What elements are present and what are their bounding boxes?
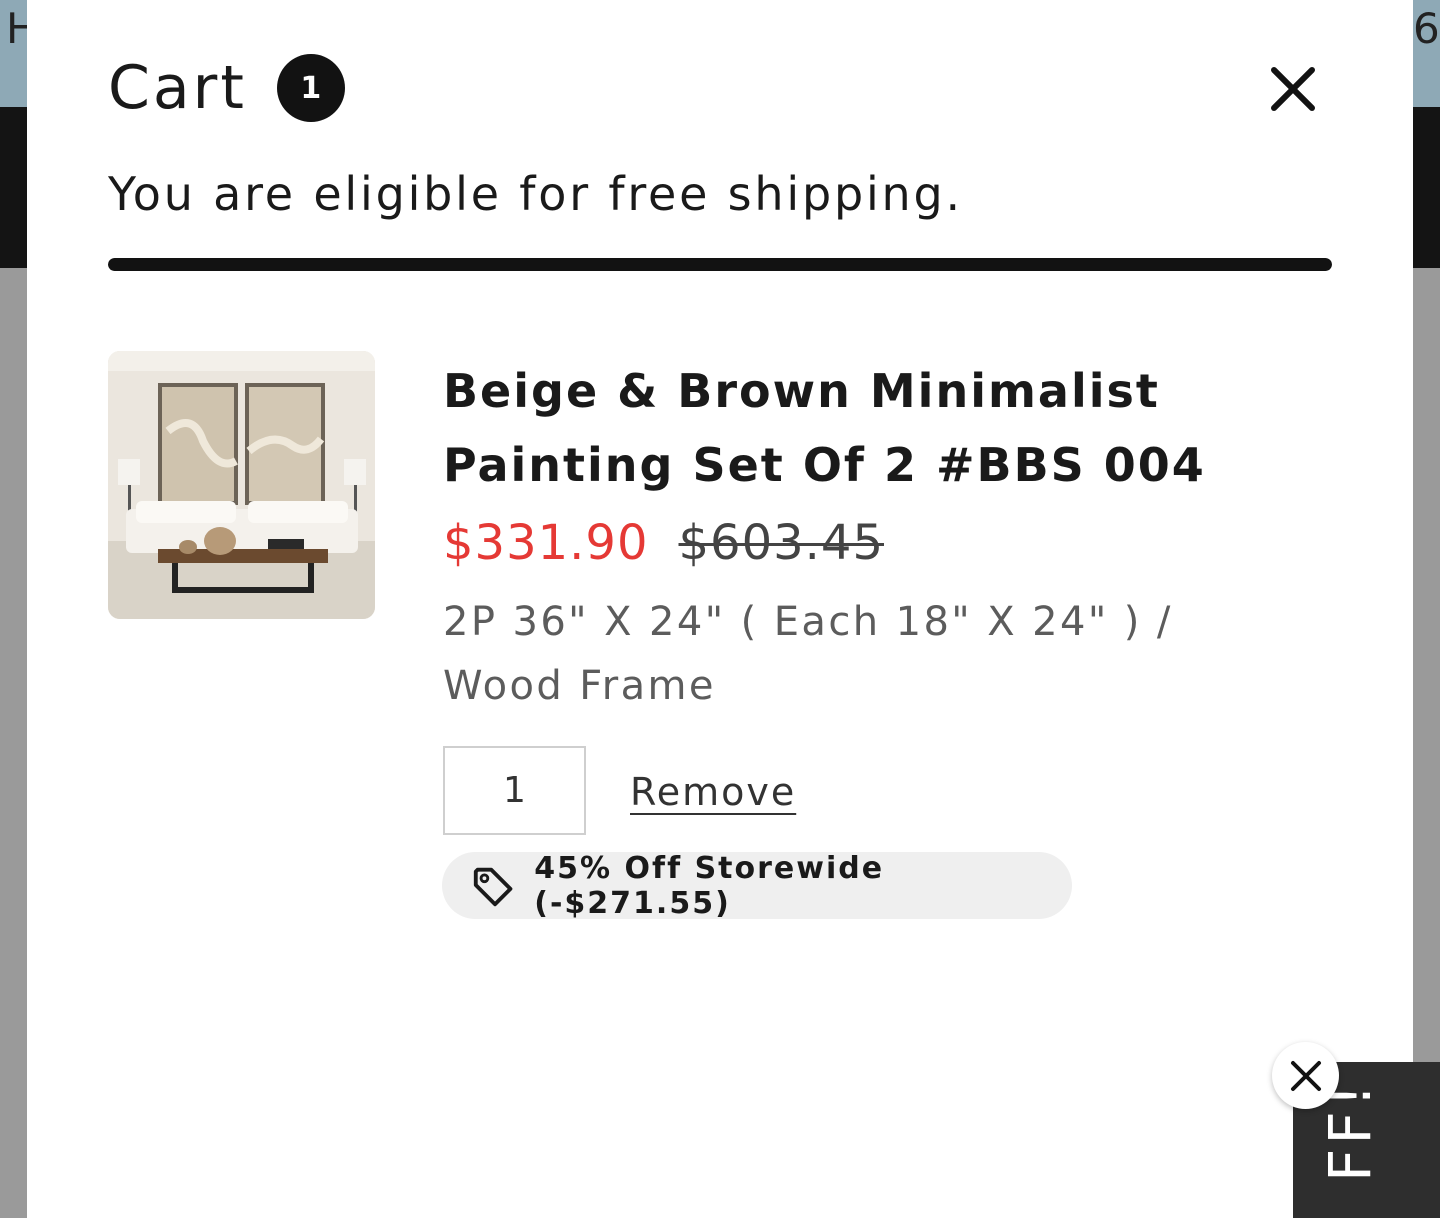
tag-icon: [473, 867, 513, 906]
remove-item-link[interactable]: Remove: [630, 766, 796, 818]
free-shipping-message: You are eligible for free shipping.: [108, 167, 963, 221]
living-room-painting-image: [108, 351, 375, 619]
close-cart-button[interactable]: [1266, 62, 1320, 116]
cart-drawer: Cart 1 You are eligible for free shippin…: [27, 0, 1413, 1218]
close-icon: [1290, 1060, 1321, 1091]
price-row: $331.90 $603.45: [443, 510, 884, 576]
quantity-input[interactable]: 1: [443, 746, 586, 835]
product-image[interactable]: [108, 351, 375, 619]
cart-title: Cart: [108, 53, 247, 123]
cart-count-badge: 1: [276, 54, 345, 122]
close-promo-button[interactable]: [1272, 1042, 1339, 1109]
compare-at-price: $603.45: [678, 515, 884, 571]
product-title[interactable]: Beige & Brown Minimalist Painting Set Of…: [443, 354, 1263, 502]
shipping-progress-bar: [108, 258, 1332, 271]
product-variant: 2P 36" X 24" ( Each 18" X 24" ) / Wood F…: [443, 599, 1173, 709]
background-edge-text-right: 6: [1413, 4, 1440, 53]
sale-price: $331.90: [443, 515, 649, 571]
discount-text: 45% Off Storewide (-$271.55): [534, 850, 885, 921]
shipping-progress-fill: [108, 258, 1332, 271]
cart-header: Cart 1: [108, 52, 345, 124]
close-icon: [1271, 67, 1315, 111]
discount-badge: 45% Off Storewide (-$271.55): [442, 850, 1072, 921]
